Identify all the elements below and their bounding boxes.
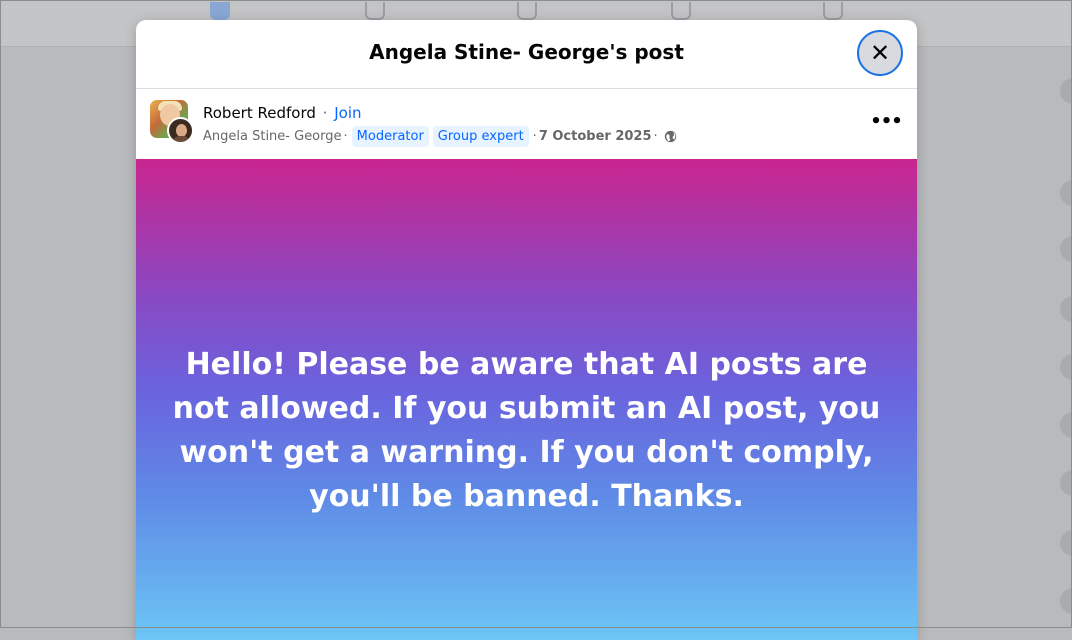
background-contact-avatar bbox=[1060, 412, 1072, 438]
background-contact-avatar bbox=[1060, 78, 1072, 104]
background-contact-avatar bbox=[1060, 354, 1072, 380]
avatar-stack bbox=[150, 100, 194, 144]
close-button[interactable]: ✕ bbox=[857, 30, 903, 76]
separator: · bbox=[343, 129, 348, 144]
post-meta: Angela Stine- George · Moderator Group e… bbox=[203, 126, 677, 147]
author-avatar[interactable] bbox=[167, 117, 194, 144]
separator: · bbox=[653, 129, 658, 144]
group-name[interactable]: Angela Stine- George bbox=[203, 129, 342, 144]
background-contact-avatar bbox=[1060, 588, 1072, 614]
close-icon: ✕ bbox=[869, 39, 891, 67]
more-options-icon: ••• bbox=[870, 111, 903, 132]
post-date[interactable]: 7 October 2025 bbox=[539, 129, 652, 144]
background-contact-avatar bbox=[1060, 180, 1072, 206]
background-contact-avatar bbox=[1060, 296, 1072, 322]
post-text: Hello! Please be aware that AI posts are… bbox=[172, 347, 881, 514]
more-options-button[interactable]: ••• bbox=[870, 109, 903, 135]
author-name[interactable]: Robert Redford bbox=[203, 104, 316, 122]
dialog-title: Angela Stine- George's post bbox=[369, 40, 684, 64]
moderator-badge[interactable]: Moderator bbox=[351, 126, 429, 147]
post-content: Hello! Please be aware that AI posts are… bbox=[136, 159, 917, 640]
background-contact-avatar bbox=[1060, 530, 1072, 556]
post-dialog: Angela Stine- George's post ✕ Robert Red… bbox=[136, 20, 917, 640]
author-line: Robert Redford · Join bbox=[203, 104, 362, 122]
group-expert-badge[interactable]: Group expert bbox=[432, 126, 529, 147]
post-header: Robert Redford · Join Angela Stine- Geor… bbox=[136, 89, 917, 159]
join-link[interactable]: Join bbox=[334, 104, 361, 122]
separator: · bbox=[532, 129, 537, 144]
globe-icon bbox=[664, 130, 677, 143]
dialog-header: Angela Stine- George's post ✕ bbox=[136, 20, 917, 89]
background-contact-avatar bbox=[1060, 236, 1072, 262]
background-contact-avatar bbox=[1060, 470, 1072, 496]
separator: · bbox=[322, 104, 328, 122]
